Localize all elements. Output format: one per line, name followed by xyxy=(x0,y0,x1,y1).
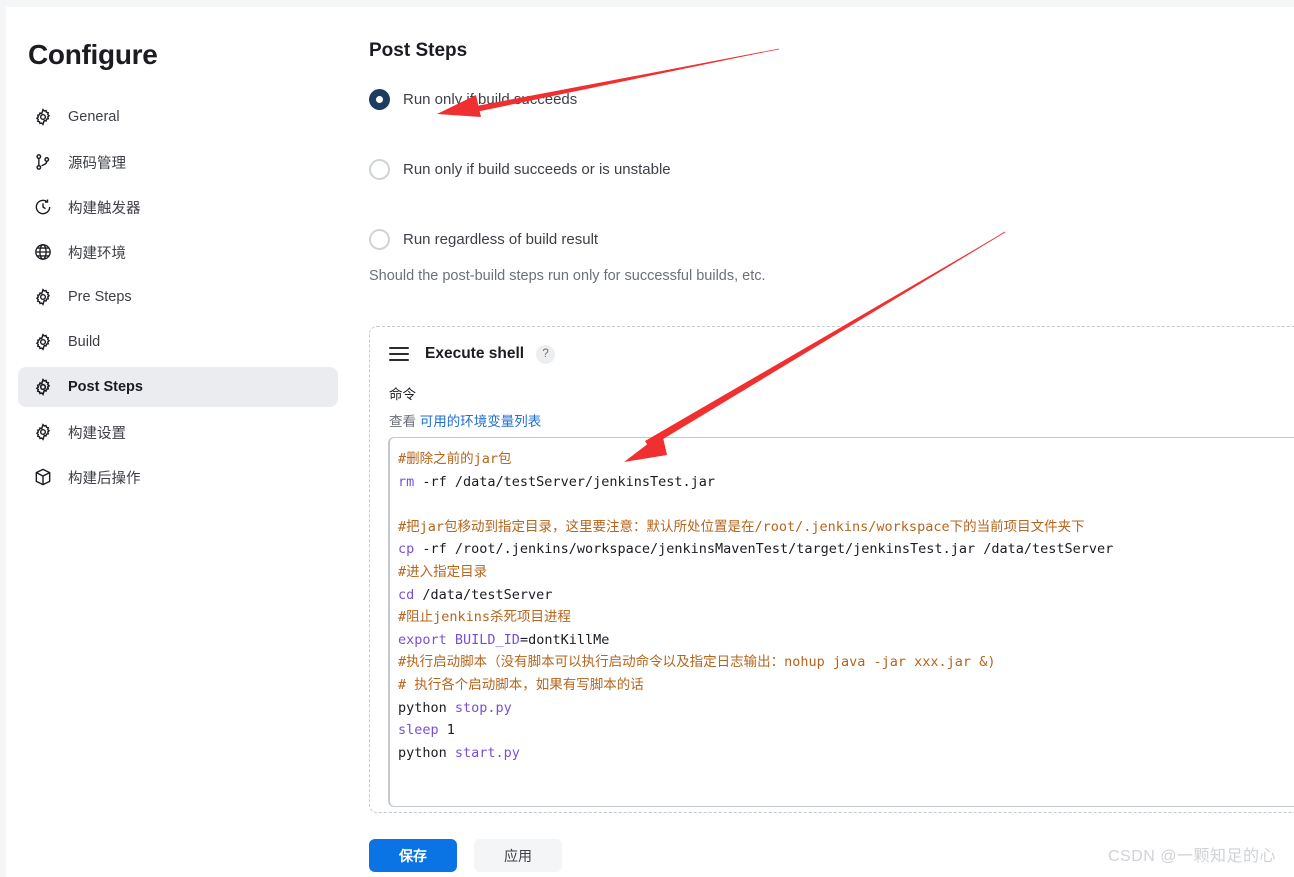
sidebar-item-post-steps[interactable]: Post Steps xyxy=(18,367,338,407)
gear-icon xyxy=(32,376,54,398)
radio-indicator-selected[interactable] xyxy=(369,88,390,110)
watermark: CSDN @一颗知足的心 xyxy=(1107,848,1276,865)
env-variables-hint: 查看 可用的环境变量列表 xyxy=(389,410,1294,430)
gear-icon xyxy=(32,331,54,353)
command-field-label: 命令 xyxy=(389,387,416,402)
code-line: #执行启动脚本（没有脚本可以执行启动命令以及指定日志输出：nohup java … xyxy=(398,654,996,671)
sidebar-item-post-build-actions[interactable]: 构建后操作 xyxy=(18,457,338,497)
code-line: python stop.py xyxy=(398,699,512,716)
apply-button[interactable]: 应用 xyxy=(474,839,562,872)
step-header: Execute shell ? xyxy=(389,343,1294,365)
top-strip xyxy=(0,0,1294,7)
code-line: #删除之前的jar包 xyxy=(398,451,512,467)
post-steps-help-text: Should the post-build steps run only for… xyxy=(369,268,766,284)
code-line: # 执行各个启动脚本，如果有写脚本的话 xyxy=(398,676,644,693)
globe-icon xyxy=(32,241,54,263)
gear-icon xyxy=(32,421,54,443)
sidebar-item-label: Pre Steps xyxy=(68,289,132,305)
radio-run-regardless-of-build-result[interactable]: Run regardless of build result xyxy=(369,228,1294,250)
sidebar-item-label: Post Steps xyxy=(68,379,143,395)
page-title: Configure xyxy=(28,39,158,70)
sidebar-item-label: 源码管理 xyxy=(68,155,126,172)
sidebar-nav: General 源码管理 构建触发器 构建环境 Pre Steps Build … xyxy=(6,97,358,497)
sidebar-item-label: 构建触发器 xyxy=(68,200,141,217)
code-line: cd /data/testServer xyxy=(398,586,553,603)
env-hint-prefix: 查看 xyxy=(389,414,416,429)
sidebar-item-label: Build xyxy=(68,334,101,350)
radio-run-only-if-build-succeeds[interactable]: Run only if build succeeds xyxy=(369,88,1294,110)
sidebar-item-label: 构建后操作 xyxy=(68,470,141,487)
section-title: Post Steps xyxy=(369,40,468,61)
clock-icon xyxy=(32,196,54,218)
code-line: #阻止jenkins杀死项目进程 xyxy=(398,609,572,626)
git-branch-icon xyxy=(32,151,54,173)
code-line: #进入指定目录 xyxy=(398,563,488,580)
code-line: #把jar包移动到指定目录，这里要注意：默认所处位置是在/root/.jenki… xyxy=(398,518,1085,535)
sidebar-item-source-code-management[interactable]: 源码管理 xyxy=(18,142,338,182)
drag-handle-icon[interactable] xyxy=(389,347,409,361)
sidebar-item-general[interactable]: General xyxy=(18,97,338,137)
code-line: export BUILD_ID=dontKillMe xyxy=(398,631,610,648)
gear-icon xyxy=(32,106,54,128)
sidebar-item-build[interactable]: Build xyxy=(18,322,338,362)
shell-command-textarea[interactable]: #删除之前的jar包 rm -rf /data/testServer/jenkin… xyxy=(388,437,1294,807)
sidebar-item-build-triggers[interactable]: 构建触发器 xyxy=(18,187,338,227)
step-title: Execute shell xyxy=(425,345,525,362)
radio-label: Run only if build succeeds or is unstabl… xyxy=(403,160,671,178)
sidebar-item-pre-steps[interactable]: Pre Steps xyxy=(18,277,338,317)
configure-page: Configure General 源码管理 构建触发器 构建环境 Pre St… xyxy=(0,0,1294,877)
help-icon[interactable]: ? xyxy=(536,344,556,364)
radio-label: Run regardless of build result xyxy=(403,230,599,248)
radio-run-only-if-build-succeeds-or-unstable[interactable]: Run only if build succeeds or is unstabl… xyxy=(369,158,1294,180)
sidebar-item-label: General xyxy=(68,109,120,125)
form-action-bar: 保存 应用 xyxy=(369,839,562,872)
code-line: python start.py xyxy=(398,744,520,761)
save-button[interactable]: 保存 xyxy=(369,839,457,872)
radio-indicator[interactable] xyxy=(369,158,390,180)
sidebar-item-build-settings[interactable]: 构建设置 xyxy=(18,412,338,452)
code-line: cp -rf /root/.jenkins/workspace/jenkinsM… xyxy=(398,541,1114,558)
package-icon xyxy=(32,466,54,488)
radio-label: Run only if build succeeds xyxy=(403,90,578,108)
radio-indicator[interactable] xyxy=(369,228,390,250)
code-line: sleep 1 xyxy=(398,722,455,739)
sidebar-item-label: 构建设置 xyxy=(68,425,126,442)
code-line: rm -rf /data/testServer/jenkinsTest.jar xyxy=(398,473,715,490)
execute-shell-step-container: Execute shell ? 命令 查看 可用的环境变量列表 #删除之前的ja… xyxy=(369,326,1294,813)
sidebar: Configure General 源码管理 构建触发器 构建环境 Pre St… xyxy=(6,7,358,877)
sidebar-item-label: 构建环境 xyxy=(68,245,126,262)
gear-icon xyxy=(32,286,54,308)
env-variables-link[interactable]: 可用的环境变量列表 xyxy=(420,414,542,429)
sidebar-item-build-environment[interactable]: 构建环境 xyxy=(18,232,338,272)
post-steps-radio-group: Run only if build succeeds Run only if b… xyxy=(369,88,1294,250)
